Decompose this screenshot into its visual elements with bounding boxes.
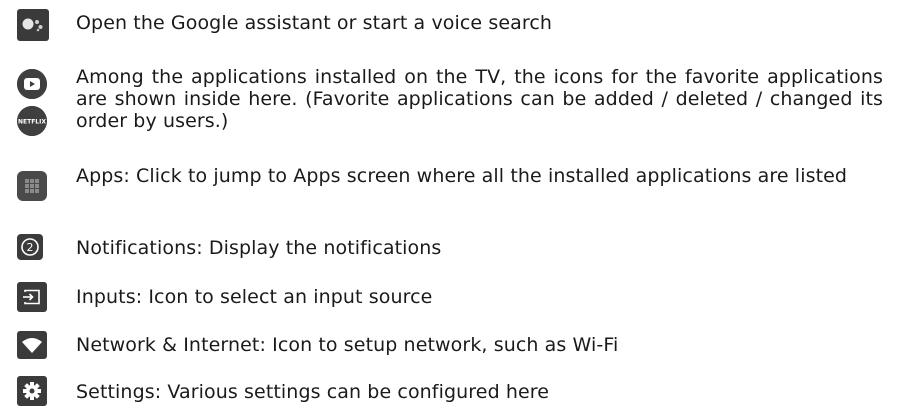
network-description: Network & Internet: Icon to setup networ… bbox=[76, 334, 619, 356]
gear-icon bbox=[17, 376, 47, 406]
apps-description: Apps: Click to jump to Apps screen where… bbox=[76, 165, 848, 187]
netflix-label: NETFLIX bbox=[18, 119, 46, 126]
notifications-description: Notifications: Display the notifications bbox=[76, 237, 442, 259]
wifi-icon bbox=[17, 331, 47, 359]
netflix-icon: NETFLIX bbox=[17, 106, 47, 136]
favorites-description: Among the applications installed on the … bbox=[76, 66, 883, 132]
notifications-icon: 2 bbox=[17, 234, 43, 260]
google-assistant-icon bbox=[17, 9, 49, 41]
notifications-count: 2 bbox=[27, 241, 34, 254]
apps-grid-icon bbox=[17, 171, 47, 201]
settings-description: Settings: Various settings can be config… bbox=[76, 381, 550, 403]
input-source-icon bbox=[17, 282, 47, 312]
youtube-icon bbox=[17, 69, 47, 99]
assistant-description: Open the Google assistant or start a voi… bbox=[76, 12, 553, 34]
inputs-description: Inputs: Icon to select an input source bbox=[76, 286, 433, 308]
